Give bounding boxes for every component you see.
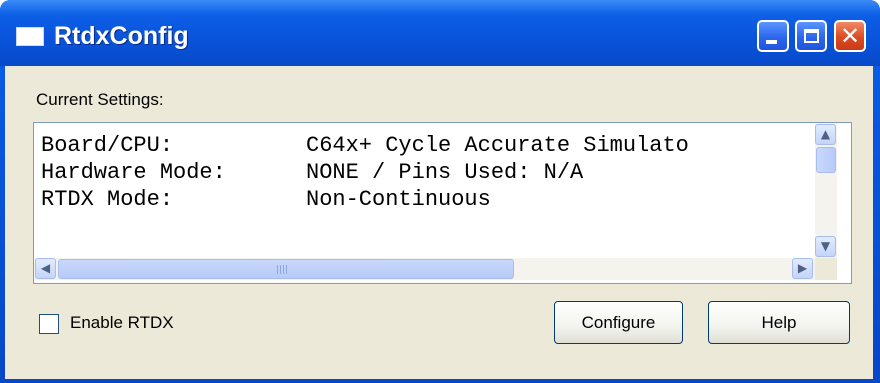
- scroll-left-button[interactable]: ◀: [35, 258, 56, 279]
- configure-button[interactable]: Configure: [554, 301, 683, 344]
- setting-value: NONE / Pins Used: N/A: [306, 160, 584, 185]
- settings-row: RTDX Mode: Non-Continuous: [41, 185, 491, 215]
- scrollbar-corner: [815, 258, 837, 280]
- chevron-down-icon: ▼: [820, 239, 831, 253]
- minimize-icon: [766, 40, 777, 44]
- grip-icon: [277, 265, 289, 274]
- settings-row: Hardware Mode: NONE / Pins Used: N/A: [41, 158, 583, 188]
- maximize-icon: [804, 29, 819, 43]
- help-button[interactable]: Help: [708, 301, 850, 344]
- setting-key: Board/CPU:: [41, 133, 174, 158]
- chevron-right-icon: ▶: [797, 261, 808, 275]
- scroll-right-button[interactable]: ▶: [792, 258, 813, 279]
- horizontal-scrollbar[interactable]: ◀ ▶: [34, 258, 815, 280]
- scroll-down-button[interactable]: ▼: [815, 236, 836, 257]
- minimize-button[interactable]: [757, 20, 789, 52]
- setting-value: Non-Continuous: [306, 187, 491, 212]
- title-bar[interactable]: RtdxConfig ✕: [0, 0, 880, 66]
- settings-listbox[interactable]: Board/CPU: C64x+ Cycle Accurate Simulato…: [33, 122, 852, 284]
- maximize-button[interactable]: [795, 20, 827, 52]
- horizontal-scroll-thumb[interactable]: [58, 259, 514, 279]
- dialog-body: Current Settings: Board/CPU: C64x+ Cycle…: [5, 66, 873, 379]
- settings-content: Board/CPU: C64x+ Cycle Accurate Simulato…: [34, 123, 815, 258]
- chevron-left-icon: ◀: [40, 261, 51, 275]
- enable-rtdx-checkbox[interactable]: [39, 314, 59, 334]
- setting-value: C64x+ Cycle Accurate Simulato: [306, 133, 689, 158]
- rtdxconfig-window: RtdxConfig ✕ Current Settings: Board/CPU…: [0, 0, 880, 383]
- settings-row: Board/CPU: C64x+ Cycle Accurate Simulato: [41, 131, 689, 161]
- window-icon: [16, 27, 44, 46]
- close-icon: ✕: [839, 22, 861, 50]
- current-settings-label: Current Settings:: [36, 90, 164, 109]
- setting-key: Hardware Mode:: [41, 160, 226, 185]
- setting-key: RTDX Mode:: [41, 187, 174, 212]
- scroll-up-button[interactable]: ▲: [815, 124, 836, 145]
- vertical-scroll-thumb[interactable]: [816, 147, 836, 173]
- window-title: RtdxConfig: [54, 22, 189, 50]
- close-button[interactable]: ✕: [834, 20, 866, 52]
- vertical-scrollbar[interactable]: ▲ ▼: [815, 123, 837, 258]
- enable-rtdx-label[interactable]: Enable RTDX: [70, 313, 174, 333]
- chevron-up-icon: ▲: [820, 127, 831, 141]
